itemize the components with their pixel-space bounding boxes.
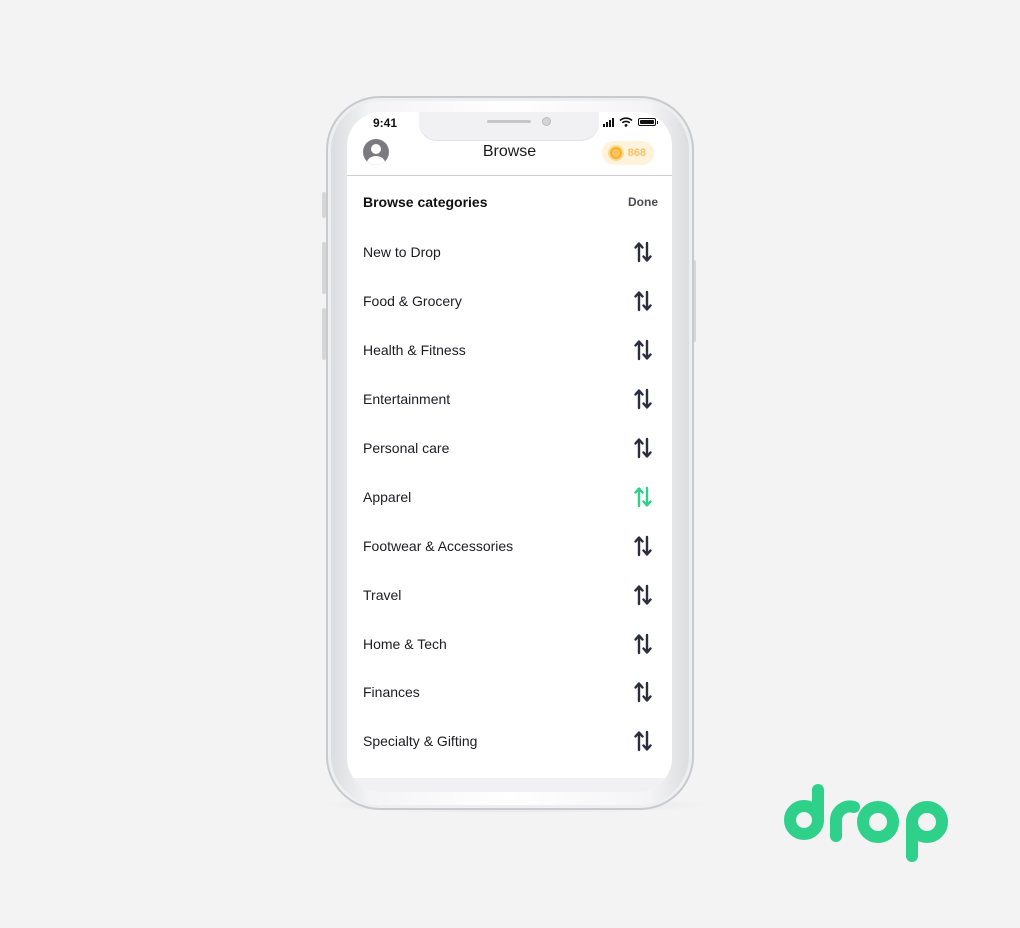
status-icons: [603, 117, 658, 127]
signal-icon: [603, 117, 614, 127]
speaker-grille: [487, 120, 531, 123]
done-button[interactable]: Done: [628, 195, 658, 209]
reorder-arrows-icon[interactable]: [634, 241, 652, 263]
drop-logo: [784, 784, 948, 862]
category-list: New to Drop Food & Grocery Health & Fitnes…: [347, 228, 672, 766]
reorder-arrows-icon[interactable]: [634, 584, 652, 606]
category-row[interactable]: Food & Grocery: [347, 277, 672, 326]
phone-screen: 9:41 Browse 868 Browse categories Done N…: [347, 112, 672, 792]
category-row[interactable]: Finances: [347, 668, 672, 717]
category-row[interactable]: Travel: [347, 570, 672, 619]
reorder-arrows-icon[interactable]: [634, 633, 652, 655]
reorder-arrows-icon[interactable]: [634, 486, 652, 508]
category-label: Travel: [363, 586, 402, 603]
category-label: Personal care: [363, 440, 450, 456]
category-label: Apparel: [363, 488, 412, 505]
points-badge[interactable]: 868: [601, 141, 654, 165]
category-label: New to Drop: [363, 244, 441, 261]
home-indicator-area: [347, 778, 672, 792]
category-label: Food & Grocery: [363, 293, 462, 310]
front-camera: [542, 117, 551, 126]
category-label: Health & Fitness: [363, 342, 466, 359]
browse-categories-header: Browse categories Done: [363, 194, 658, 210]
category-row[interactable]: Entertainment: [347, 375, 672, 424]
battery-icon: [638, 118, 658, 126]
reorder-arrows-icon[interactable]: [634, 290, 652, 312]
points-value: 868: [627, 147, 646, 159]
reorder-arrows-icon[interactable]: [634, 535, 652, 557]
category-label: Specialty & Gifting: [363, 733, 478, 750]
reorder-arrows-icon[interactable]: [634, 339, 652, 361]
wifi-icon: [619, 117, 633, 127]
app-header: Browse 868: [347, 134, 672, 176]
category-label: Home & Tech: [363, 635, 447, 652]
category-label: Entertainment: [363, 391, 451, 408]
reorder-arrows-icon[interactable]: [634, 437, 652, 459]
category-row[interactable]: Specialty & Gifting: [347, 717, 672, 766]
status-time: 9:41: [373, 116, 398, 130]
section-title: Browse categories: [363, 194, 488, 210]
category-row[interactable]: New to Drop: [347, 228, 672, 277]
reorder-arrows-icon[interactable]: [634, 681, 652, 703]
reorder-arrows-icon[interactable]: [634, 388, 652, 410]
reorder-arrows-icon[interactable]: [634, 730, 652, 752]
category-row[interactable]: Apparel: [347, 472, 672, 521]
category-row[interactable]: Footwear & Accessories: [347, 521, 672, 570]
category-label: Footwear & Accessories: [363, 537, 514, 554]
category-row[interactable]: Home & Tech: [347, 619, 672, 668]
category-row[interactable]: Personal care: [347, 424, 672, 473]
category-row[interactable]: Health & Fitness: [347, 326, 672, 375]
category-label: Finances: [363, 684, 420, 701]
coin-icon: [607, 145, 624, 161]
